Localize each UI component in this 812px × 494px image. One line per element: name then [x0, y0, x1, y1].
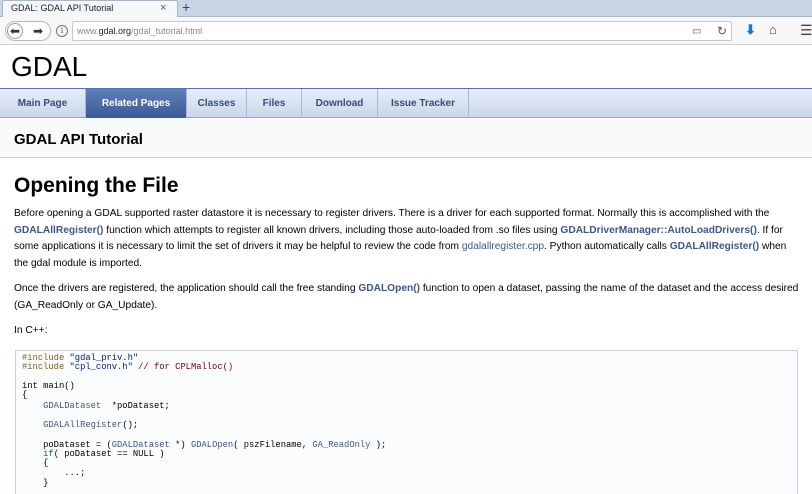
site-nav-tabs: Main Page Related Pages Classes Files Do…	[0, 89, 812, 118]
code-line: ...;	[22, 468, 86, 478]
back-arrow-icon[interactable]: ⬅	[7, 23, 23, 39]
tab-issue-tracker[interactable]: Issue Tracker	[378, 89, 469, 118]
tab-main-page[interactable]: Main Page	[0, 89, 86, 118]
link-autoloaddrivers[interactable]: GDALDriverManager::AutoLoadDrivers()	[560, 225, 756, 236]
reload-icon[interactable]: ↻	[717, 24, 727, 38]
code-text: ( pszFilename,	[233, 440, 313, 450]
paragraph-in-cpp: In C++:	[14, 325, 48, 336]
code-line: {	[22, 458, 49, 468]
download-icon[interactable]: ⬇	[745, 22, 756, 38]
code-line: int main()	[22, 381, 75, 391]
text-span: . Python automatically calls	[544, 241, 670, 252]
code-comment: // for CPLMalloc()	[132, 362, 234, 372]
browser-tab[interactable]: GDAL: GDAL API Tutorial ×	[2, 0, 178, 17]
code-block: #include "gdal_priv.h" #include "cpl_con…	[15, 350, 798, 494]
link-gdalopen[interactable]: GDALOpen()	[358, 283, 420, 294]
info-icon[interactable]: i	[56, 25, 68, 37]
tab-related-pages[interactable]: Related Pages	[86, 89, 187, 118]
code-line: }	[22, 478, 49, 488]
text-span: function which attempts to register all …	[103, 224, 561, 236]
code-line: GDALDataset *poDataset;	[22, 401, 170, 411]
paragraph-register-drivers: Before opening a GDAL supported raster d…	[14, 206, 802, 272]
code-text: *)	[169, 440, 191, 450]
browser-tab-title: GDAL: GDAL API Tutorial	[11, 3, 114, 13]
address-bar[interactable]: www.gdal.org/gdal_tutorial.html	[72, 21, 732, 41]
code-line: #include "cpl_conv.h" // for CPLMalloc()	[22, 362, 234, 372]
code-text: );	[370, 440, 387, 450]
close-tab-icon[interactable]: ×	[160, 2, 166, 15]
tab-classes[interactable]: Classes	[187, 89, 247, 118]
code-text: ();	[122, 420, 139, 430]
url-text: www.gdal.org/gdal_tutorial.html	[77, 26, 202, 36]
tab-files[interactable]: Files	[247, 89, 302, 118]
page-title: GDAL API Tutorial	[14, 131, 143, 148]
code-line: GDALAllRegister();	[22, 420, 139, 430]
url-domain: gdal.org	[98, 26, 132, 36]
code-preprocessor: #include	[22, 362, 70, 372]
code-type-link[interactable]: GDALDataset	[22, 401, 101, 411]
tab-download[interactable]: Download	[302, 89, 378, 118]
text-span: Once the drivers are registered, the app…	[14, 283, 359, 294]
home-icon[interactable]: ⌂	[769, 22, 777, 37]
section-title: Opening the File	[14, 174, 179, 197]
code-text: ( poDataset == NULL )	[53, 449, 165, 459]
code-string: "cpl_conv.h"	[69, 362, 133, 372]
text-span: Before opening a GDAL supported raster d…	[14, 208, 770, 219]
reader-view-icon[interactable]: ▭	[692, 26, 701, 37]
forward-arrow-icon[interactable]: ➡	[30, 23, 46, 39]
link-gdalallregister[interactable]: GDALAllRegister()	[14, 225, 103, 236]
paragraph-gdalopen: Once the drivers are registered, the app…	[14, 281, 802, 314]
link-gdalallregister-2[interactable]: GDALAllRegister()	[670, 241, 759, 252]
new-tab-icon[interactable]: +	[182, 0, 190, 15]
browser-toolbar: ⬅ ➡ i www.gdal.org/gdal_tutorial.html ▭ …	[0, 17, 812, 45]
code-text: *poDataset;	[101, 401, 170, 411]
url-path: /gdal_tutorial.html	[131, 26, 203, 36]
hamburger-menu-icon[interactable]: ☰	[800, 22, 812, 39]
url-prefix: www.	[77, 26, 99, 36]
code-function-link[interactable]: GDALAllRegister	[22, 420, 122, 430]
code-line: {	[22, 390, 28, 400]
browser-tab-strip: GDAL: GDAL API Tutorial × +	[0, 0, 812, 17]
code-function-link[interactable]: GDALOpen	[191, 440, 233, 450]
code-enum-link[interactable]: GA_ReadOnly	[312, 440, 370, 450]
link-gdalallregister-cpp[interactable]: gdalallregister.cpp	[462, 241, 544, 252]
site-title: GDAL	[11, 51, 88, 82]
nav-buttons: ⬅ ➡	[5, 21, 51, 41]
